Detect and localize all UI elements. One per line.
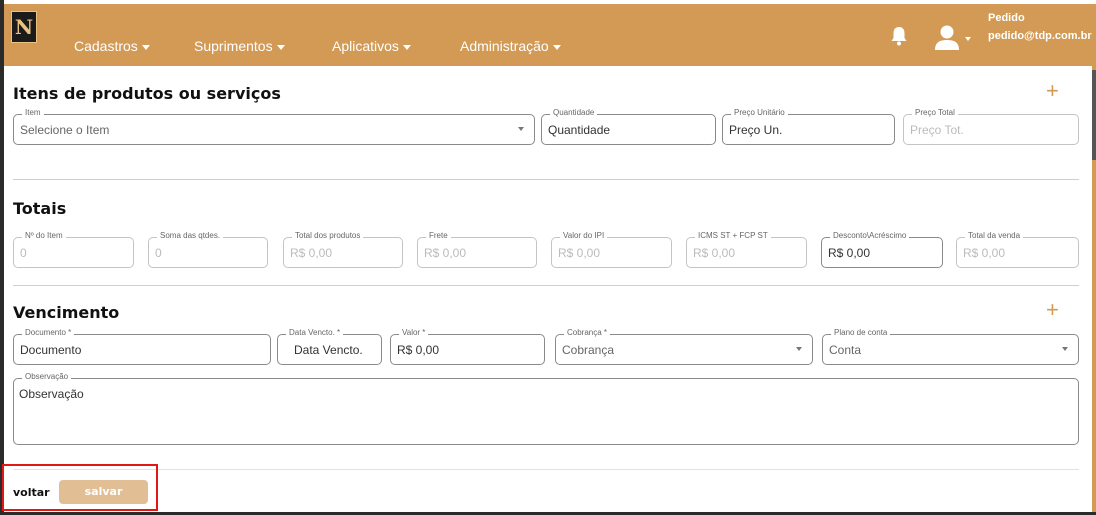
total-venda-field: Total da venda R$ 0,00	[956, 231, 1079, 268]
menu-label: Cadastros	[74, 38, 138, 54]
menu-label: Administração	[460, 38, 549, 54]
field-value: R$ 0,00	[963, 246, 1006, 260]
field-label: Valor do IPI	[560, 231, 608, 240]
cobranca-select[interactable]: Cobrança * Cobrança	[555, 328, 813, 365]
field-value: Selecione o Item	[20, 123, 110, 137]
field-value: R$ 0,00	[290, 246, 333, 260]
user-email: pedido@tdp.com.br	[988, 30, 1092, 42]
window-edge	[0, 0, 4, 515]
app-frame: N Cadastros Suprimentos Aplicativos Admi…	[0, 0, 1096, 515]
section-title-itens: Itens de produtos ou serviços	[13, 84, 281, 103]
top-navbar: N Cadastros Suprimentos Aplicativos Admi…	[4, 4, 1096, 66]
field-value: Data Vencto.	[294, 343, 363, 357]
menu-label: Aplicativos	[332, 38, 399, 54]
data-vencto-field[interactable]: Data Vencto. * Data Vencto.	[277, 328, 382, 365]
chevron-down-icon	[796, 347, 802, 351]
chevron-down-icon	[518, 127, 524, 131]
chevron-down-icon	[276, 44, 285, 50]
soma-qtdes-field: Soma das qtdes. 0	[148, 231, 268, 268]
field-label: Plano de conta	[831, 328, 891, 337]
field-label: Documento *	[22, 328, 75, 337]
valor-ipi-field: Valor do IPI R$ 0,00	[551, 231, 672, 268]
chevron-down-icon	[552, 44, 561, 50]
footer-divider	[13, 469, 1079, 470]
valor-field[interactable]: Valor * R$ 0,00	[390, 328, 545, 365]
plano-conta-select[interactable]: Plano de conta Conta	[822, 328, 1079, 365]
desconto-acrescimo-field[interactable]: Desconto\Acréscimo R$ 0,00	[821, 231, 943, 268]
field-value: Conta	[829, 343, 862, 357]
field-label: Observação	[22, 372, 72, 381]
field-label: ICMS ST + FCP ST	[695, 231, 771, 240]
documento-field[interactable]: Documento * Documento	[13, 328, 271, 365]
add-vencimento-plus-icon[interactable]: +	[1046, 299, 1059, 321]
field-value: 0	[20, 246, 27, 260]
field-label: Nº do Item	[22, 231, 66, 240]
preco-unitario-field[interactable]: Preço Unitário Preço Un.	[722, 108, 895, 145]
item-select[interactable]: Item Selecione o Item	[13, 108, 535, 145]
field-label: Quantidade	[550, 108, 598, 117]
observacao-textarea[interactable]: Observação Observação	[13, 372, 1079, 445]
total-produtos-field: Total dos produtos R$ 0,00	[283, 231, 403, 268]
quantidade-field[interactable]: Quantidade Quantidade	[541, 108, 716, 145]
field-label: Total da venda	[965, 231, 1024, 240]
numero-item-field: Nº do Item 0	[13, 231, 134, 268]
field-value: R$ 0,00	[558, 246, 601, 260]
field-value: Cobrança	[562, 343, 615, 357]
menu-suprimentos[interactable]: Suprimentos	[194, 38, 285, 54]
menu-aplicativos[interactable]: Aplicativos	[332, 38, 411, 54]
menu-cadastros[interactable]: Cadastros	[74, 38, 150, 54]
field-label: Total dos produtos	[292, 231, 364, 240]
section-divider	[13, 179, 1079, 180]
field-label: Valor *	[399, 328, 429, 337]
chevron-down-icon	[402, 44, 411, 50]
field-label: Desconto\Acréscimo	[830, 231, 910, 240]
field-value: R$ 0,00	[828, 246, 871, 260]
section-divider	[13, 285, 1079, 286]
field-label: Preço Unitário	[731, 108, 788, 117]
section-title-totais: Totais	[13, 199, 67, 218]
field-value: R$ 0,00	[693, 246, 736, 260]
field-value: Observação	[19, 387, 84, 401]
chevron-down-icon	[1062, 347, 1068, 351]
field-label: Item	[22, 108, 44, 117]
section-title-vencimento: Vencimento	[13, 303, 120, 322]
field-value: Preço Tot.	[910, 123, 964, 137]
field-label: Cobrança *	[564, 328, 611, 337]
user-avatar-icon[interactable]	[934, 24, 974, 52]
field-value: Quantidade	[548, 123, 611, 137]
field-value: Preço Un.	[729, 123, 783, 137]
bell-icon[interactable]	[890, 26, 908, 46]
field-label: Preço Total	[912, 108, 958, 117]
chevron-down-icon	[141, 44, 150, 50]
field-label: Frete	[426, 231, 451, 240]
app-logo[interactable]: N	[11, 11, 37, 43]
menu-label: Suprimentos	[194, 38, 273, 54]
scrollbar-thumb[interactable]	[1092, 70, 1096, 160]
field-value: Documento	[20, 343, 82, 357]
user-name: Pedido	[988, 12, 1025, 24]
field-value: R$ 0,00	[397, 343, 440, 357]
field-label: Soma das qtdes.	[157, 231, 224, 240]
add-item-plus-icon[interactable]: +	[1046, 80, 1059, 102]
preco-total-field: Preço Total Preço Tot.	[903, 108, 1079, 145]
icms-st-field: ICMS ST + FCP ST R$ 0,00	[686, 231, 807, 268]
highlight-box	[2, 464, 158, 511]
menu-administracao[interactable]: Administração	[460, 38, 561, 54]
field-label: Data Vencto. *	[286, 328, 344, 337]
frete-field: Frete R$ 0,00	[417, 231, 537, 268]
field-value: 0	[155, 246, 162, 260]
field-value: R$ 0,00	[424, 246, 467, 260]
